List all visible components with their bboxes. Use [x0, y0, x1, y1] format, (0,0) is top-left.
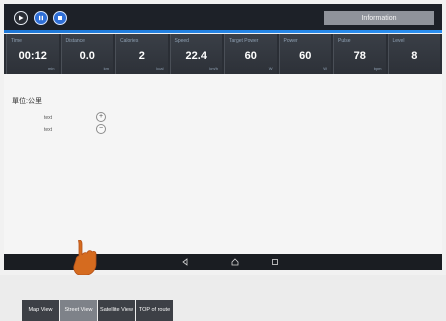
stat-unit: W [323, 66, 327, 71]
stat-value: 0.0 [79, 50, 95, 62]
pause-icon [39, 15, 43, 21]
stats-row: Time 00:12 min Distance 0.0 km Calories … [4, 34, 442, 74]
plus-icon: + [98, 113, 104, 120]
stat-target-power: Target Power 60 W [224, 34, 277, 74]
view-switch: Map View Street View Satellite View TOP … [22, 300, 173, 321]
stat-label: Time [11, 38, 22, 44]
street-view-button[interactable]: Street View [60, 300, 97, 321]
stat-calories: Calories 2 kcal [115, 34, 168, 74]
stat-value: 60 [244, 50, 257, 62]
stat-power: Power 60 W [278, 34, 331, 74]
satellite-view-button[interactable]: Satellite View [98, 300, 135, 321]
play-button[interactable] [14, 11, 28, 25]
home-icon [231, 258, 239, 266]
stat-value: 2 [138, 50, 145, 62]
tablet-screen: Information Time 00:12 min Distance 0.0 … [0, 0, 446, 321]
information-tab[interactable]: Information [324, 11, 434, 25]
back-button[interactable] [180, 257, 190, 267]
home-button[interactable] [230, 257, 240, 267]
stat-distance: Distance 0.0 km [60, 34, 113, 74]
top-of-route-button[interactable]: TOP of route [136, 300, 173, 321]
stat-unit: km/h [209, 66, 218, 71]
stat-value: 00:12 [18, 50, 47, 62]
map-title: 單位:公里 [12, 98, 42, 105]
stat-time: Time 00:12 min [6, 34, 59, 74]
zoom-out-button[interactable]: − [96, 124, 106, 134]
stat-value: 8 [411, 50, 418, 62]
play-icon [19, 15, 24, 21]
stat-label: Calories [120, 38, 139, 44]
stat-label: Target Power [229, 38, 259, 44]
stat-unit: bpm [373, 66, 382, 71]
zoom-in-button[interactable]: + [96, 112, 106, 122]
accent-line [4, 30, 442, 33]
stop-icon [58, 16, 62, 20]
stat-unit: km [103, 66, 109, 71]
stat-level: Level 8 [387, 34, 440, 74]
stat-value: 78 [353, 50, 366, 62]
stat-speed: Speed 22.4 km/h [169, 34, 222, 74]
stat-label: Pulse [338, 38, 351, 44]
map-area[interactable]: 單位:公里 text text + − Map View Street View… [4, 74, 442, 321]
minus-icon: − [98, 125, 104, 132]
stat-label: Level [392, 38, 405, 44]
hand-pointer-icon [73, 240, 97, 275]
back-icon [182, 258, 188, 266]
stat-pulse: Pulse 78 bpm [333, 34, 386, 74]
stat-unit: min [48, 66, 55, 71]
pause-button[interactable] [34, 11, 48, 25]
stop-button[interactable] [53, 11, 67, 25]
map-row-label: text [44, 127, 53, 133]
android-nav-bar [4, 254, 442, 270]
map-view-button[interactable]: Map View [22, 300, 59, 321]
stat-value: 22.4 [185, 50, 207, 62]
recent-icon [272, 259, 278, 265]
stat-label: Distance [65, 38, 85, 44]
stat-unit: kcal [156, 66, 164, 71]
stat-label: Speed [174, 38, 189, 44]
stat-value: 60 [299, 50, 312, 62]
stat-unit: W [268, 66, 273, 71]
stat-label: Power [283, 38, 298, 44]
recent-apps-button[interactable] [270, 257, 280, 267]
map-row-label: text [44, 115, 53, 121]
top-bar: Information [4, 4, 442, 30]
